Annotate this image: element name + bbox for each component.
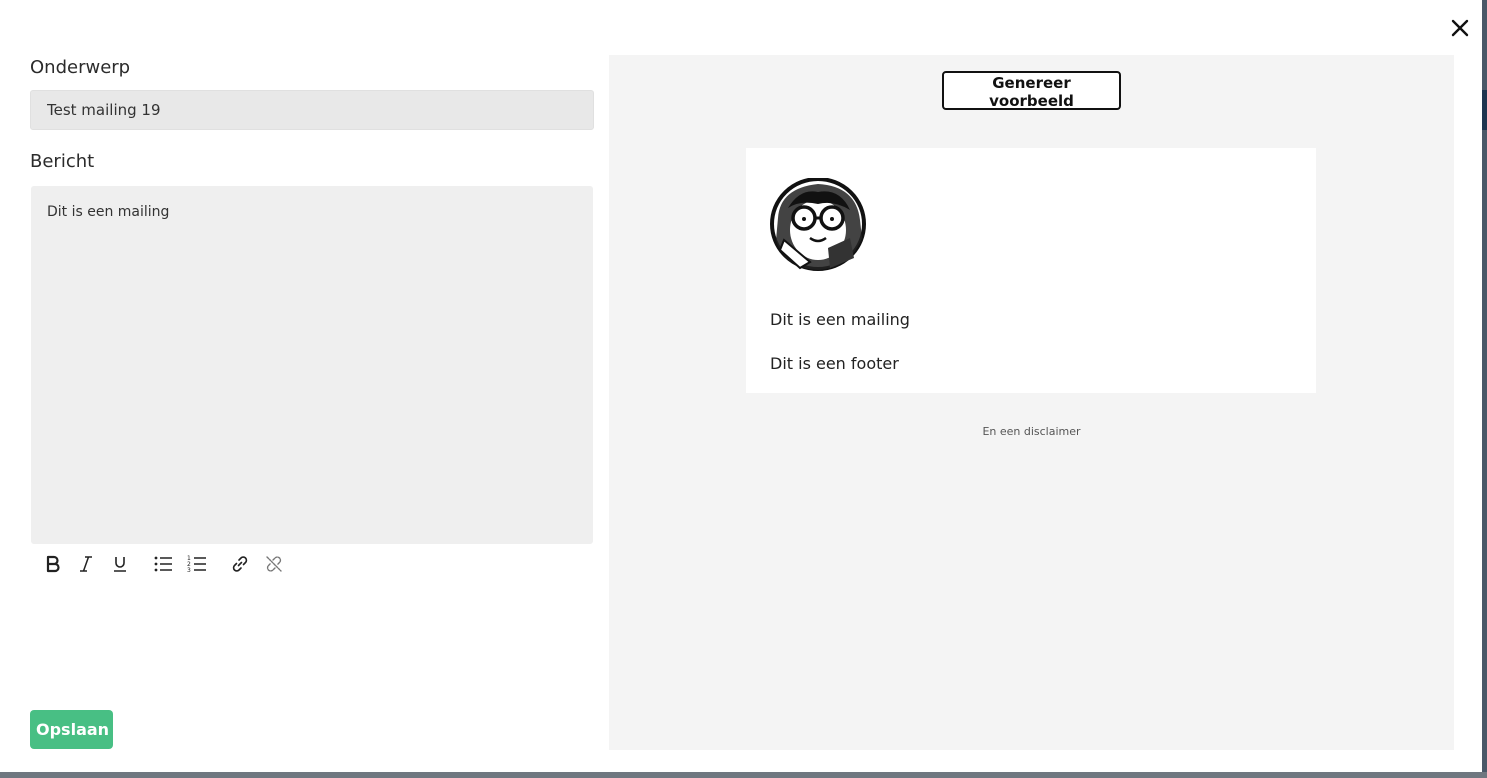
mail-preview-disclaimer: En een disclaimer xyxy=(982,425,1081,438)
preview-panel: Genereer voorbeeld Dit is een mailing Di… xyxy=(609,55,1454,750)
message-editor[interactable]: Dit is een mailing xyxy=(31,186,593,544)
message-label: Bericht xyxy=(30,151,95,172)
bold-icon[interactable] xyxy=(42,552,64,576)
backdrop-bottom xyxy=(0,772,1487,778)
mail-preview-body: Dit is een mailing xyxy=(770,310,910,329)
underline-icon[interactable] xyxy=(109,552,131,576)
mailing-modal: Onderwerp Bericht Dit is een mailing 123… xyxy=(0,0,1482,772)
bullet-list-icon[interactable] xyxy=(152,552,174,576)
subject-input[interactable] xyxy=(30,90,594,130)
close-icon[interactable] xyxy=(1448,16,1472,40)
svg-text:3: 3 xyxy=(187,567,191,574)
generate-preview-button[interactable]: Genereer voorbeeld xyxy=(942,71,1121,110)
numbered-list-icon[interactable]: 123 xyxy=(186,552,208,576)
brand-logo xyxy=(770,178,866,271)
backdrop-strip xyxy=(1482,90,1487,130)
italic-icon[interactable] xyxy=(75,552,97,576)
mail-preview-card: Dit is een mailing Dit is een footer xyxy=(746,148,1316,393)
save-button[interactable]: Opslaan xyxy=(30,710,113,749)
mail-preview-footer: Dit is een footer xyxy=(770,354,899,373)
link-icon[interactable] xyxy=(229,552,251,576)
unlink-icon[interactable] xyxy=(263,552,285,576)
message-text: Dit is een mailing xyxy=(47,204,170,220)
subject-label: Onderwerp xyxy=(30,57,131,78)
